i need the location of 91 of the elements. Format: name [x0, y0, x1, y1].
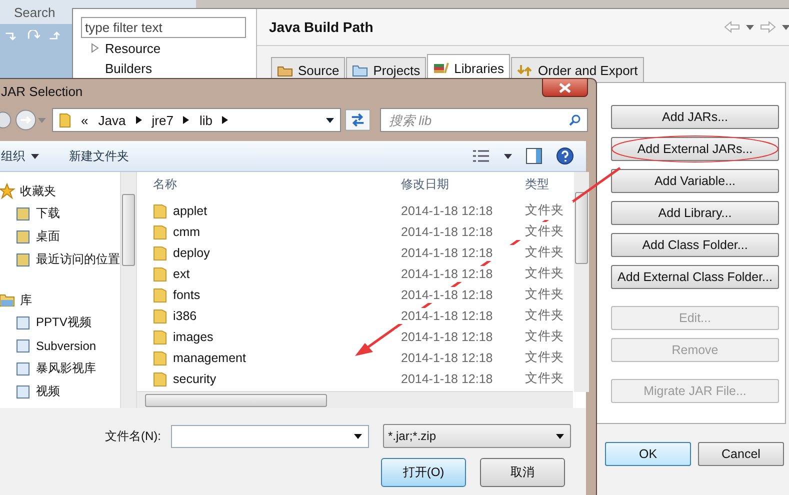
- refresh-icon[interactable]: [344, 109, 370, 131]
- breadcrumb-item[interactable]: Java: [98, 112, 126, 128]
- file-name[interactable]: management: [173, 350, 246, 364]
- tree-item[interactable]: Resource: [105, 40, 161, 56]
- scrollbar[interactable]: [574, 172, 589, 392]
- column-header[interactable]: 类型: [521, 176, 573, 192]
- dropdown-icon[interactable]: [326, 118, 334, 122]
- nav-item[interactable]: Subversion: [36, 338, 96, 352]
- action-button[interactable]: Add Class Folder...: [611, 233, 779, 257]
- nav-group[interactable]: 收藏夹: [20, 182, 56, 200]
- back-button-icon[interactable]: [0, 110, 13, 130]
- expand-icon[interactable]: [91, 43, 99, 53]
- folder-icon: [153, 266, 167, 282]
- dialog-title: JAR Selection: [1, 84, 83, 98]
- tab[interactable]: Order and Export: [511, 57, 644, 82]
- folder-icon: [15, 228, 31, 244]
- folder-icon: [153, 308, 167, 324]
- folder-icon: [153, 286, 167, 302]
- file-name[interactable]: fonts: [173, 288, 200, 302]
- dropdown-icon: [556, 434, 564, 438]
- action-button[interactable]: Add External JARs...: [611, 137, 779, 161]
- folder-icon: [15, 206, 31, 222]
- scrollbar[interactable]: [137, 391, 573, 408]
- close-icon: [559, 82, 571, 92]
- folder-icon: [153, 350, 167, 366]
- column-header[interactable]: 修改日期: [395, 176, 521, 192]
- help-icon[interactable]: [556, 147, 574, 165]
- file-name[interactable]: security: [173, 372, 216, 386]
- file-name[interactable]: cmm: [173, 224, 200, 238]
- preview-pane-icon[interactable]: [526, 148, 542, 164]
- forward-button-icon[interactable]: [14, 109, 36, 131]
- nav-item[interactable]: 暴风影视库: [36, 360, 96, 377]
- search-icon: [569, 114, 581, 126]
- dropdown-icon[interactable]: [31, 154, 39, 158]
- dialog-button[interactable]: 取消: [480, 458, 565, 487]
- scrollbar[interactable]: [120, 172, 136, 408]
- document-icon: [15, 360, 31, 376]
- breadcrumb-item[interactable]: jre7: [152, 112, 174, 128]
- chevron-icon[interactable]: [183, 116, 190, 124]
- tree-item[interactable]: Builders: [105, 60, 152, 76]
- nav-item[interactable]: 视频: [36, 383, 60, 400]
- dialog-button[interactable]: 打开(O): [381, 458, 466, 487]
- dropdown-icon[interactable]: [504, 154, 512, 158]
- books-icon: [433, 62, 450, 75]
- nav-item[interactable]: 最近访问的位置: [36, 251, 120, 268]
- search-field[interactable]: 搜索 lib: [380, 108, 588, 132]
- library-icon: [0, 292, 15, 308]
- action-button[interactable]: Add External Class Folder...: [611, 265, 779, 289]
- breadcrumb-overflow[interactable]: «: [81, 112, 88, 128]
- filename-label: 文件名(N):: [105, 428, 162, 444]
- action-button[interactable]: Add JARs...: [611, 105, 779, 129]
- column-header[interactable]: 名称: [137, 176, 395, 192]
- view-options-icon[interactable]: [472, 149, 490, 163]
- action-button[interactable]: Add Library...: [611, 201, 779, 225]
- chevron-icon[interactable]: [222, 116, 228, 124]
- close-button[interactable]: [542, 78, 588, 97]
- document-icon: [15, 314, 31, 330]
- nav-item[interactable]: PPTV视频: [36, 314, 92, 331]
- file-name[interactable]: deploy: [173, 246, 210, 260]
- nav-item[interactable]: 下载: [36, 205, 60, 222]
- star-icon: [0, 183, 15, 199]
- file-name[interactable]: i386: [173, 308, 197, 322]
- folder-icon: [153, 224, 167, 240]
- filter-field[interactable]: type filter text: [81, 17, 246, 38]
- file-name[interactable]: images: [173, 330, 214, 344]
- document-icon: [15, 384, 31, 400]
- file-type-dropdown[interactable]: *.jar;*.zip: [383, 424, 571, 448]
- organize-menu[interactable]: 组织: [1, 148, 25, 164]
- dialog-button[interactable]: OK: [605, 442, 691, 466]
- folder-icon: [153, 202, 167, 218]
- document-icon: [15, 338, 31, 354]
- new-folder-button[interactable]: 新建文件夹: [69, 148, 129, 164]
- folder-icon: [153, 370, 167, 386]
- dialog-button[interactable]: Cancel: [698, 442, 784, 466]
- file-name[interactable]: ext: [173, 266, 190, 280]
- address-bar[interactable]: « Java jre7 lib: [52, 108, 341, 132]
- up-down-arrows-icon: [517, 64, 534, 76]
- chevron-icon[interactable]: [136, 116, 142, 124]
- folder-icon: [153, 244, 167, 260]
- folder-icon: [59, 112, 72, 128]
- dropdown-icon[interactable]: [354, 434, 362, 438]
- file-name[interactable]: applet: [173, 204, 208, 218]
- nav-group[interactable]: 库: [20, 292, 32, 308]
- page-title: Java Build Path: [269, 19, 374, 35]
- folder-icon: [15, 252, 31, 268]
- folder-icon: [153, 328, 167, 344]
- breadcrumb-item[interactable]: lib: [199, 112, 212, 128]
- nav-item[interactable]: 桌面: [36, 228, 60, 245]
- filename-field[interactable]: [171, 424, 369, 448]
- action-button[interactable]: Add Variable...: [611, 169, 779, 193]
- search-label: Search: [14, 4, 56, 20]
